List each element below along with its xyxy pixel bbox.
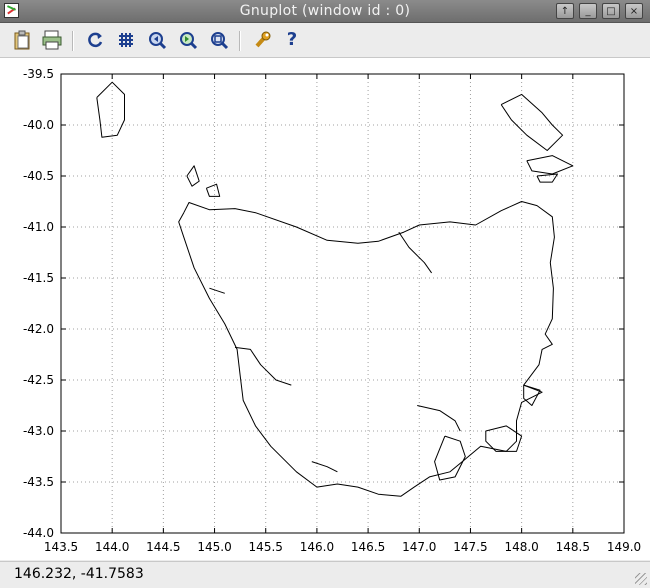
x-tick-label: 144.0 bbox=[95, 540, 129, 554]
x-tick-label: 147.0 bbox=[402, 540, 436, 554]
y-tick-label: -43.5 bbox=[23, 475, 54, 489]
x-tick-label: 145.5 bbox=[249, 540, 283, 554]
y-tick-label: -41.0 bbox=[23, 220, 54, 234]
x-tick-label: 144.5 bbox=[146, 540, 180, 554]
y-tick-label: -41.5 bbox=[23, 271, 54, 285]
toolbar: ? bbox=[0, 23, 650, 58]
print-icon[interactable] bbox=[40, 29, 64, 51]
replot-icon[interactable] bbox=[83, 29, 107, 51]
coastline-tamar-estuary bbox=[398, 231, 433, 274]
minimize-button[interactable]: _ bbox=[579, 3, 597, 19]
y-tick-label: -40.5 bbox=[23, 169, 54, 183]
x-tick-label: 146.0 bbox=[300, 540, 334, 554]
coastline-macquarie-harbour bbox=[234, 346, 292, 386]
x-tick-label: 148.0 bbox=[504, 540, 538, 554]
x-tick-label: 145.0 bbox=[197, 540, 231, 554]
gnuplot-window: Gnuplot (window id : 0) ↑ _ □ × ? 143.5 … bbox=[0, 0, 650, 588]
plot-border bbox=[60, 73, 625, 534]
y-tick-label: -42.5 bbox=[23, 373, 54, 387]
window-title: Gnuplot (window id : 0) bbox=[239, 3, 411, 19]
clipboard-icon[interactable] bbox=[10, 29, 34, 51]
coastline-flinders-island bbox=[500, 93, 564, 151]
coastline-clarke-island bbox=[536, 173, 558, 183]
x-tick-label: 146.5 bbox=[351, 540, 385, 554]
coastline-bruny-island bbox=[434, 435, 466, 481]
tasmania-coastline-chart: 143.5 144.0 144.5 145.0 145.5 146.0 146.5 147.0… bbox=[23, 67, 641, 554]
resize-grip[interactable] bbox=[635, 573, 647, 585]
x-tick-label: 147.5 bbox=[453, 540, 487, 554]
zoom-prev-icon[interactable] bbox=[145, 29, 169, 51]
coastline-cape-barren-island bbox=[526, 155, 574, 175]
zoom-next-icon[interactable] bbox=[176, 29, 200, 51]
plot-area[interactable]: 143.5 144.0 144.5 145.0 145.5 146.0 146.5 147.0… bbox=[0, 58, 650, 560]
y-tick-label: -40.0 bbox=[23, 118, 54, 132]
status-bar: 146.232, -41.7583 bbox=[0, 561, 650, 588]
y-tick-label: -44.0 bbox=[23, 526, 54, 540]
coastline-robbins-island bbox=[205, 183, 221, 197]
maximize-button[interactable]: □ bbox=[602, 3, 620, 19]
x-tick-label: 148.5 bbox=[556, 540, 590, 554]
title-bar[interactable]: Gnuplot (window id : 0) ↑ _ □ × bbox=[0, 0, 650, 23]
coastline-maria-island bbox=[523, 384, 541, 406]
autoscale-icon[interactable] bbox=[207, 29, 231, 51]
y-tick-label: -43.0 bbox=[23, 424, 54, 438]
coastline-derwent-estuary bbox=[417, 405, 461, 432]
coastline-arthur-river bbox=[209, 287, 225, 294]
coastline-tasmania-mainland bbox=[178, 201, 555, 497]
x-tick-label: 143.5 bbox=[44, 540, 78, 554]
coastline-port-davey bbox=[311, 461, 338, 473]
y-tick-label: -42.0 bbox=[23, 322, 54, 336]
coastline-king-island bbox=[96, 81, 125, 138]
options-icon[interactable] bbox=[250, 29, 274, 51]
grid-icon[interactable] bbox=[114, 29, 138, 51]
raise-button[interactable]: ↑ bbox=[556, 3, 574, 19]
cursor-coordinates: 146.232, -41.7583 bbox=[14, 566, 144, 582]
help-icon[interactable]: ? bbox=[280, 29, 304, 51]
y-tick-label: -39.5 bbox=[23, 67, 54, 81]
close-button[interactable]: × bbox=[625, 3, 643, 19]
x-tick-label: 149.0 bbox=[607, 540, 641, 554]
